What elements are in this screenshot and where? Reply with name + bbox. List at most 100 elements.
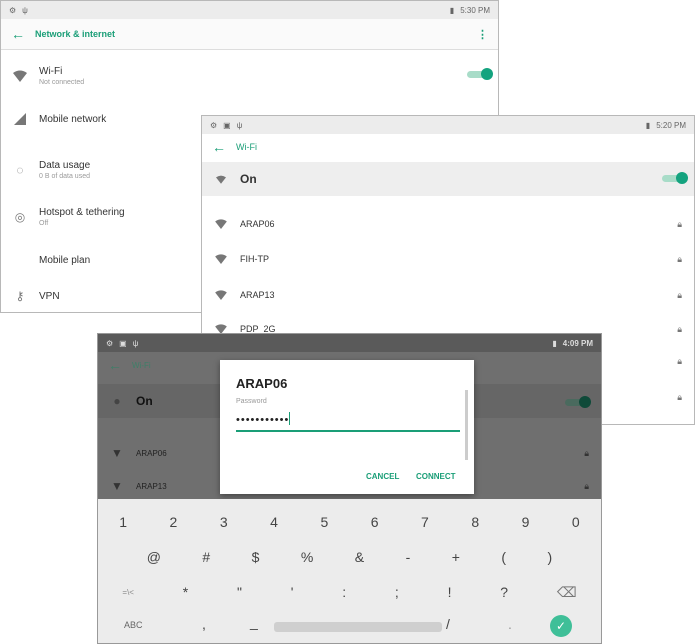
key[interactable]: ! xyxy=(448,584,452,600)
lock-icon: 🔒︎ xyxy=(677,323,682,334)
wifi-toggle[interactable] xyxy=(465,68,493,80)
key[interactable]: ' xyxy=(291,584,294,600)
wifi-signal-icon xyxy=(202,254,240,264)
status-bar: ⚙ ▣ ψ ▮ 4:09 PM xyxy=(98,334,601,352)
status-bar: ⚙ ψ ▮ 5:30 PM xyxy=(1,1,498,19)
key[interactable]: 6 xyxy=(371,514,379,530)
settings-icon: ⚙ xyxy=(210,120,218,130)
connect-button[interactable]: CONNECT xyxy=(416,472,456,481)
page-title: Wi-Fi xyxy=(132,360,151,370)
password-dialog: ARAP06 Password ••••••••••• CANCEL CONNE… xyxy=(220,360,474,494)
screen-wifi-password-dialog: ⚙ ▣ ψ ▮ 4:09 PM ← Wi-Fi ● On ▼ ARAP06 🔒︎… xyxy=(97,333,602,644)
key[interactable]: + xyxy=(452,549,460,565)
lock-icon: 🔒︎ xyxy=(677,218,682,229)
text-cursor xyxy=(289,412,291,426)
key[interactable]: 9 xyxy=(522,514,530,530)
status-time: 5:30 PM xyxy=(460,5,490,15)
key[interactable]: 5 xyxy=(320,514,328,530)
key[interactable]: ( xyxy=(501,549,506,565)
wifi-signal-icon xyxy=(202,219,240,229)
vpn-key-icon: ⚷ xyxy=(15,289,25,303)
dialog-title: ARAP06 xyxy=(236,376,288,391)
wifi-toggle[interactable] xyxy=(563,396,591,408)
wifi-toggle[interactable] xyxy=(660,172,688,184)
keyboard-row-numbers: 1 2 3 4 5 6 7 8 9 0 xyxy=(98,509,601,535)
key[interactable]: : xyxy=(342,584,346,600)
usb-icon: ψ xyxy=(236,120,243,130)
key[interactable]: / xyxy=(446,616,450,632)
key[interactable]: % xyxy=(301,549,313,565)
battery-icon: ▮ xyxy=(645,120,651,130)
item-subtitle: Off xyxy=(39,220,49,227)
item-title: Wi-Fi xyxy=(39,66,63,77)
network-name: ARAP13 xyxy=(240,290,275,300)
back-arrow-icon[interactable]: ← xyxy=(202,139,236,155)
battery-icon: ▮ xyxy=(449,5,455,15)
item-title: Data usage xyxy=(39,160,91,171)
key[interactable]: ? xyxy=(500,584,508,600)
network-name: FIH-TP xyxy=(240,254,269,264)
screenshot-icon: ▣ xyxy=(223,120,231,130)
key[interactable]: $ xyxy=(252,549,260,565)
backspace-icon[interactable]: ⌫ xyxy=(557,584,577,601)
wifi-icon xyxy=(202,175,240,184)
list-item-wifi[interactable]: Wi-Fi Not connected xyxy=(1,59,498,93)
key[interactable]: # xyxy=(202,549,210,565)
key[interactable]: 4 xyxy=(270,514,278,530)
wifi-icon: ● xyxy=(113,394,121,408)
key-abc[interactable]: ABC xyxy=(124,620,143,630)
back-arrow-icon[interactable]: ← xyxy=(98,357,132,373)
key-more-symbols[interactable]: =\< xyxy=(122,588,134,597)
network-item[interactable]: FIH-TP 🔒︎ xyxy=(202,245,694,273)
settings-icon: ⚙ xyxy=(9,5,17,15)
key[interactable]: & xyxy=(355,549,364,565)
item-title: VPN xyxy=(39,290,60,302)
key[interactable]: ; xyxy=(395,584,399,600)
wifi-signal-icon: ▼ xyxy=(111,479,123,493)
battery-icon: ▮ xyxy=(552,338,557,348)
key[interactable]: 8 xyxy=(471,514,479,530)
status-time: 4:09 PM xyxy=(562,338,593,348)
network-item[interactable]: ARAP06 🔒︎ xyxy=(202,210,694,238)
page-title: Network & internet xyxy=(35,29,116,39)
dialog-scrollbar[interactable] xyxy=(465,390,468,460)
page-title: Wi-Fi xyxy=(236,142,257,152)
signal-icon xyxy=(1,113,39,125)
key[interactable]: - xyxy=(406,549,411,565)
lock-icon: 🔒︎ xyxy=(584,447,589,458)
back-arrow-icon[interactable]: ← xyxy=(1,26,35,42)
data-usage-icon: ◌ xyxy=(16,163,24,177)
item-title: Mobile network xyxy=(39,113,107,125)
password-label: Password xyxy=(236,398,267,405)
key[interactable]: , xyxy=(202,616,206,632)
wifi-signal-icon: ▼ xyxy=(111,446,123,460)
status-time: 5:20 PM xyxy=(656,120,686,130)
screenshot-icon: ▣ xyxy=(119,338,127,348)
key[interactable]: 2 xyxy=(170,514,178,530)
done-check-icon[interactable]: ✓ xyxy=(550,615,572,637)
spacebar[interactable] xyxy=(274,622,442,632)
key[interactable]: @ xyxy=(147,549,161,565)
network-name: ARAP13 xyxy=(136,481,167,491)
key[interactable]: " xyxy=(237,584,242,600)
key[interactable]: 3 xyxy=(220,514,228,530)
key[interactable]: _ xyxy=(250,614,258,630)
cancel-button[interactable]: CANCEL xyxy=(366,472,399,481)
app-bar: ← Wi-Fi xyxy=(202,134,694,160)
keyboard-row-more-symbols: =\< * " ' : ; ! ? ⌫ xyxy=(98,579,601,605)
password-field[interactable]: ••••••••••• xyxy=(236,410,460,432)
lock-icon: 🔒︎ xyxy=(677,356,682,366)
toggle-knob xyxy=(676,172,688,184)
key[interactable]: . xyxy=(508,616,512,632)
key[interactable]: * xyxy=(183,584,188,600)
network-item[interactable]: ARAP13 🔒︎ xyxy=(202,281,694,309)
usb-icon: ψ xyxy=(132,338,139,348)
key[interactable]: 0 xyxy=(572,514,580,530)
more-options-icon[interactable]: ⋮ xyxy=(477,28,498,41)
usb-icon: ψ xyxy=(22,5,28,15)
key[interactable]: 7 xyxy=(421,514,429,530)
key[interactable]: ) xyxy=(547,549,552,565)
wifi-master-switch-row[interactable]: On xyxy=(202,162,694,196)
key[interactable]: 1 xyxy=(119,514,127,530)
network-name: ARAP06 xyxy=(136,448,167,458)
